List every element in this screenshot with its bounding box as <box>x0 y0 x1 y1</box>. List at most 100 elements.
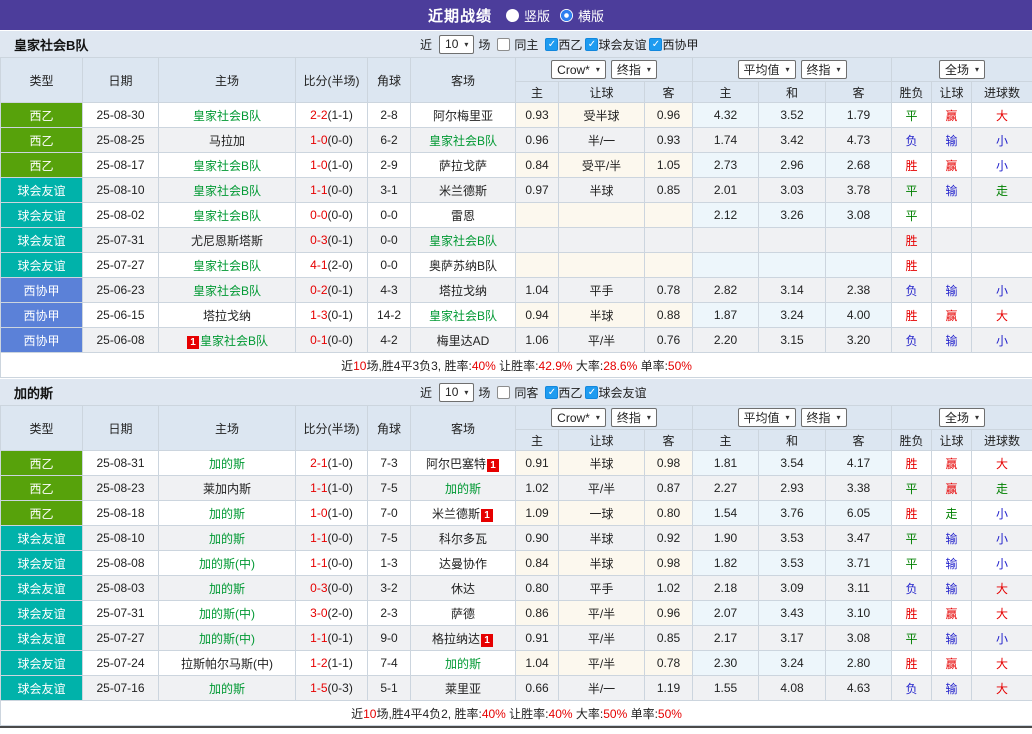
near-label: 近 <box>420 385 433 400</box>
bookmaker-select[interactable]: Crow* ▾ <box>551 60 606 79</box>
result-text: 大 <box>996 581 1009 596</box>
result-cell: 小 <box>971 500 1032 526</box>
average-odds-cell <box>692 227 760 253</box>
league-cell: 球会友谊 <box>0 675 83 701</box>
average-odds-cell: 2.20 <box>692 327 760 353</box>
rounds-select[interactable]: 10 ▾ <box>439 382 475 402</box>
league-filters: ✓ 西乙 ✓ 球会友谊 <box>545 384 649 401</box>
average-odds-cell: 2.38 <box>825 277 893 303</box>
average-select[interactable]: 平均值 ▾ <box>737 60 796 79</box>
home-team-cell: 加的斯(中) <box>158 625 296 651</box>
league-label: 球会友谊 <box>17 656 66 671</box>
league-label: 西协甲 <box>23 308 60 323</box>
result-text: 大 <box>996 606 1009 621</box>
team-name-text: 加的斯 <box>208 681 245 696</box>
table-row: 球会友谊 25-07-27 加的斯(中) 1-1(0-1) 9-0 格拉纳达 1 0.91 平/… <box>0 625 1032 651</box>
result-text: 赢 <box>945 308 958 323</box>
fulltime-score: 1-0 <box>310 158 328 172</box>
score-cell: 1-0(0-0) <box>295 127 368 153</box>
halftime-score: (2-0) <box>327 258 353 272</box>
horizontal-layout-option[interactable]: 横版 <box>560 6 604 25</box>
handicap-odds-cell: 0.78 <box>643 650 694 676</box>
result-cell: 胜 <box>891 500 933 526</box>
handicap-odds-cell: 平/半 <box>558 650 645 676</box>
final-index-select[interactable]: 终指 ▾ <box>610 408 657 427</box>
handicap-odds-cell: 0.91 <box>515 450 559 476</box>
league-label: 球会友谊 <box>17 183 66 198</box>
col-header-type: 类型 <box>0 405 83 451</box>
final-index-select-2[interactable]: 终指 ▾ <box>800 408 847 427</box>
table-row: 西协甲 25-06-08 1 皇家社会B队 0-1(0-0) 4-2 梅里达AD 1.06 平/… <box>0 327 1032 353</box>
average-odds-cell <box>692 252 760 278</box>
filters-bar: 近 10 ▾ 场 同主 ✓ 西乙 ✓ 球会友谊 ✓ 西协甲 <box>420 31 701 57</box>
same-home-checkbox[interactable] <box>497 37 511 51</box>
team-name-text: 皇家社会B队 <box>428 133 497 148</box>
date-cell: 25-08-17 <box>82 152 159 178</box>
result-text: 小 <box>996 133 1009 148</box>
final-index-select[interactable]: 终指 ▾ <box>610 60 657 79</box>
team-name-text: 皇家社会B队 <box>428 308 497 323</box>
result-text: 负 <box>905 333 918 348</box>
summary-text: 让胜率: <box>505 706 549 721</box>
result-cell: 胜 <box>891 450 933 476</box>
team-name-text: 皇家社会B队 <box>192 108 261 123</box>
rounds-value: 10 <box>445 37 459 51</box>
team-name-text: 加的斯 <box>208 506 245 521</box>
radio-selected-icon[interactable] <box>560 8 573 22</box>
full-match-select[interactable]: 全场 ▾ <box>939 408 986 427</box>
summary-text: 大率: <box>572 358 604 373</box>
handicap-odds-cell: 0.86 <box>515 600 559 626</box>
result-text: 输 <box>945 631 958 646</box>
col-header-score: 比分(半场) <box>295 57 368 103</box>
col-header-away: 客场 <box>410 405 516 451</box>
radio-unselected-icon[interactable] <box>505 8 519 22</box>
team-name-text: 休达 <box>450 581 475 596</box>
result-text: 输 <box>945 581 958 596</box>
score-cell: 1-1(1-0) <box>295 475 368 501</box>
home-team-cell: 皇家社会B队 <box>158 202 296 228</box>
league-label: 球会友谊 <box>17 581 66 596</box>
handicap-odds-cell: 平/半 <box>558 600 645 626</box>
sub-header: 进球数 <box>971 429 1032 451</box>
handicap-odds-cell: 1.05 <box>643 152 694 178</box>
average-odds-cell: 3.03 <box>758 177 827 203</box>
halftime-score: (1-0) <box>327 481 353 495</box>
group-header-row: 类型 日期 主场 比分(半场) 角球 客场 Crow* ▾ 终指 ▾ 平均值 ▾… <box>0 57 1032 103</box>
bookmaker-select[interactable]: Crow* ▾ <box>551 408 606 427</box>
home-team-cell: 皇家社会B队 <box>158 277 296 303</box>
same-away-label: 同客 <box>514 385 539 400</box>
vertical-layout-option[interactable]: 竖版 <box>505 6 550 25</box>
final-index-select-2[interactable]: 终指 ▾ <box>800 60 847 79</box>
same-away-checkbox[interactable] <box>497 385 511 399</box>
average-odds-cell: 3.53 <box>758 525 827 551</box>
league-cell: 球会友谊 <box>0 600 83 626</box>
result-text: 输 <box>945 333 958 348</box>
league-filter-checkbox[interactable]: ✓ <box>585 385 599 399</box>
average-select[interactable]: 平均值 ▾ <box>737 408 796 427</box>
corner-cell: 7-5 <box>367 475 411 501</box>
chevron-down-icon: ▾ <box>785 413 790 422</box>
league-filter-checkbox[interactable]: ✓ <box>545 385 559 399</box>
full-match-select[interactable]: 全场 ▾ <box>939 60 986 79</box>
league-filter-checkbox[interactable]: ✓ <box>649 37 663 51</box>
rounds-value: 10 <box>445 385 459 399</box>
handicap-odds-cell: 一球 <box>558 500 645 526</box>
handicap-odds-cell: 0.96 <box>643 600 694 626</box>
handicap-odds-cell: 平手 <box>558 575 645 601</box>
average-odds-cell: 2.96 <box>758 152 827 178</box>
league-label: 球会友谊 <box>17 208 66 223</box>
result-text: 小 <box>996 556 1009 571</box>
team-name-text: 皇家社会B队 <box>192 158 261 173</box>
away-team-cell: 阿尔巴塞特 1 <box>410 450 516 476</box>
table-row: 球会友谊 25-08-02 皇家社会B队 0-0(0-0) 0-0 雷恩 2.12 3.26 3… <box>0 202 1032 228</box>
result-cell: 小 <box>971 625 1032 651</box>
handicap-odds-cell: 1.19 <box>643 675 694 701</box>
team-name-text: 皇家社会B队 <box>192 183 261 198</box>
average-odds-cell: 4.08 <box>758 675 827 701</box>
result-cell <box>931 202 973 228</box>
league-filter-checkbox[interactable]: ✓ <box>545 37 559 51</box>
chevron-down-icon: ▾ <box>785 65 790 74</box>
sub-header: 客 <box>825 81 893 103</box>
league-filter-checkbox[interactable]: ✓ <box>585 37 599 51</box>
rounds-select[interactable]: 10 ▾ <box>439 34 475 54</box>
